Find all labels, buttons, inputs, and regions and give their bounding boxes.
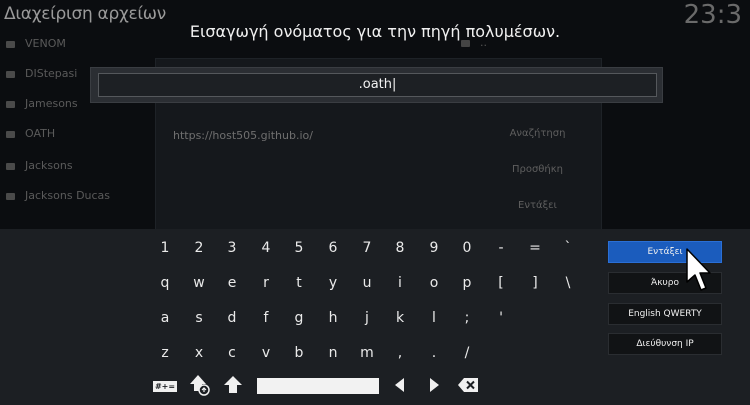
key[interactable]: s [186,306,212,330]
backspace-icon[interactable] [455,374,481,398]
key[interactable]: c [219,341,245,365]
key[interactable]: 7 [354,236,380,260]
shift-lock-icon[interactable] [187,373,213,397]
key[interactable]: j [354,306,380,330]
sidebar-item[interactable]: Jamesons [6,97,78,110]
folder-icon [6,162,15,170]
key[interactable]: ; [454,306,480,330]
folder-icon [6,70,15,78]
key[interactable]: h [320,306,346,330]
source-url: https://host505.github.io/ [173,129,313,142]
space-key[interactable] [257,378,379,394]
right-arrow-icon[interactable] [421,374,447,398]
key[interactable]: \ [555,271,581,295]
key[interactable]: t [286,271,312,295]
key[interactable]: ` [555,236,581,260]
key[interactable]: z [152,341,178,365]
key[interactable]: u [354,271,380,295]
key[interactable]: 4 [253,236,279,260]
input-container: .oath| [90,67,663,103]
key[interactable]: 2 [186,236,212,260]
mouse-cursor-icon [686,248,712,302]
key[interactable]: y [320,271,346,295]
key[interactable]: . [421,341,447,365]
source-name-input[interactable]: .oath| [98,73,657,97]
key[interactable]: i [387,271,413,295]
browse-button[interactable]: Αναζήτηση [490,128,585,139]
key[interactable]: v [253,341,279,365]
key[interactable]: - [488,236,514,260]
sidebar-item[interactable]: OATH [6,127,55,140]
key[interactable]: q [152,271,178,295]
key[interactable]: e [219,271,245,295]
sidebar-item[interactable]: Jacksons Ducas [6,189,110,202]
key[interactable]: 8 [387,236,413,260]
folder-icon [6,100,15,108]
key[interactable]: m [354,341,380,365]
key[interactable]: n [320,341,346,365]
key[interactable]: [ [488,271,514,295]
key[interactable]: = [522,236,548,260]
key[interactable]: 9 [421,236,447,260]
dialog-heading: Εισαγωγή ονόματος για την πηγή πολυμέσων… [189,22,561,41]
key[interactable]: l [421,306,447,330]
key[interactable]: 6 [320,236,346,260]
key[interactable]: o [421,271,447,295]
shift-icon[interactable] [220,374,246,398]
folder-icon [6,192,15,200]
key[interactable]: p [454,271,480,295]
key[interactable]: w [186,271,212,295]
key[interactable]: ' [488,306,514,330]
panel-ok-button[interactable]: Εντάξει [490,200,585,211]
key[interactable]: d [219,306,245,330]
key[interactable]: b [286,341,312,365]
key[interactable]: , [387,341,413,365]
layout-button[interactable]: English QWERTY [608,303,722,325]
folder-icon [6,130,15,138]
key[interactable]: 3 [219,236,245,260]
sidebar-item[interactable]: Jacksons [6,159,73,172]
file-manager-title: Διαχείριση αρχείων [4,4,166,24]
key[interactable]: 0 [454,236,480,260]
key[interactable]: 1 [152,236,178,260]
key[interactable]: a [152,306,178,330]
key[interactable]: 5 [286,236,312,260]
left-arrow-icon[interactable] [387,374,413,398]
ip-address-button[interactable]: Διεύθυνση IP [608,333,722,355]
symbols-key[interactable]: #+= [152,374,178,398]
key[interactable]: k [387,306,413,330]
key[interactable]: g [286,306,312,330]
add-button[interactable]: Προσθήκη [490,164,585,175]
on-screen-keyboard: 1 2 3 4 5 6 7 8 9 0 - = ` q w e r t y u … [0,229,750,405]
key[interactable]: ] [522,271,548,295]
key[interactable]: x [186,341,212,365]
key[interactable]: / [454,341,480,365]
key[interactable]: f [253,306,279,330]
key[interactable]: r [253,271,279,295]
folder-icon [6,40,15,48]
sidebar-item[interactable]: DIStepasi [6,67,77,80]
